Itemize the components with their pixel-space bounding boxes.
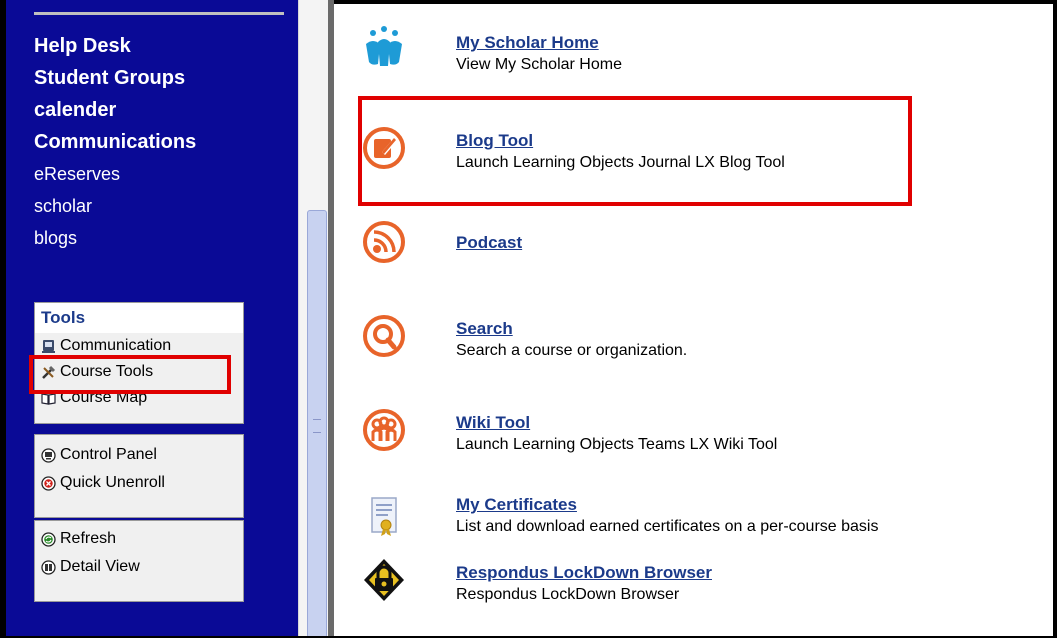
refresh-label: Refresh [60,530,117,547]
scrollbar-grip [313,419,321,433]
tools-panel-header: Tools [35,303,243,333]
course-link-calender[interactable]: calender [34,94,196,126]
detail-view-link[interactable]: Detail View [35,553,243,581]
control-panel-label: Control Panel [60,446,157,463]
tool-text-my-certificates: My Certificates List and download earned… [456,494,878,538]
course-tools-highlight-box [29,355,231,394]
tool-text-my-scholar-home: My Scholar Home View My Scholar Home [456,32,622,76]
course-link-scholar[interactable]: scholar [34,190,196,222]
lock-icon [364,559,404,601]
tool-link-my-certificates[interactable]: My Certificates [456,494,878,516]
course-link-blogs[interactable]: blogs [34,222,196,254]
window-frame-right [1053,0,1057,638]
podcast-icon [363,221,405,263]
detail-view-label: Detail View [60,558,140,575]
tool-link-wiki-tool[interactable]: Wiki Tool [456,412,777,434]
course-link-communications[interactable]: Communications [34,126,196,158]
unenroll-icon [41,475,56,491]
control-panel-icon [41,447,56,463]
scrollbar-thumb[interactable] [307,210,327,638]
quick-unenroll-link[interactable]: Quick Unenroll [35,469,243,497]
tool-text-search: Search Search a course or organization. [456,318,687,362]
course-tools-content: My Scholar Home View My Scholar Home Blo… [334,0,1053,636]
quick-unenroll-label: Quick Unenroll [60,474,165,491]
course-links-list: Help Desk Student Groups calender Commun… [34,30,196,254]
tool-desc-wiki-tool: Launch Learning Objects Teams LX Wiki To… [456,436,778,453]
course-link-ereserves[interactable]: eReserves [34,158,196,190]
refresh-icon [41,531,56,547]
tool-text-wiki-tool: Wiki Tool Launch Learning Objects Teams … [456,412,777,456]
tool-desc-search: Search a course or organization. [456,342,688,359]
tool-desc-my-certificates: List and download earned certificates on… [456,518,879,535]
sidebar-scrollbar[interactable] [298,0,329,638]
tool-link-my-scholar-home[interactable]: My Scholar Home [456,32,622,54]
control-panel-box: Control Panel Quick Unenroll [34,434,244,518]
course-menu-sidebar: Help Desk Student Groups calender Commun… [6,0,298,638]
tool-desc-my-scholar-home: View My Scholar Home [456,56,622,73]
certificate-icon [371,497,397,536]
sidebar-top-divider [34,0,284,15]
view-options-box: Refresh Detail View [34,520,244,602]
course-link-student-groups[interactable]: Student Groups [34,62,196,94]
tool-link-podcast[interactable]: Podcast [456,232,522,254]
tool-link-search[interactable]: Search [456,318,687,340]
tool-text-podcast: Podcast [456,232,522,254]
tool-link-respondus[interactable]: Respondus LockDown Browser [456,562,712,584]
communication-icon [42,339,55,353]
blog-tool-highlight-box [358,96,912,206]
course-link-help-desk[interactable]: Help Desk [34,30,196,62]
scholar-people-icon [366,26,402,66]
detail-view-icon [41,559,56,575]
tool-text-respondus: Respondus LockDown Browser Respondus Loc… [456,562,712,606]
control-panel-link[interactable]: Control Panel [35,441,243,469]
refresh-link[interactable]: Refresh [35,525,243,553]
tool-desc-respondus: Respondus LockDown Browser [456,586,680,603]
search-icon [363,315,405,357]
wiki-icon [363,409,405,451]
